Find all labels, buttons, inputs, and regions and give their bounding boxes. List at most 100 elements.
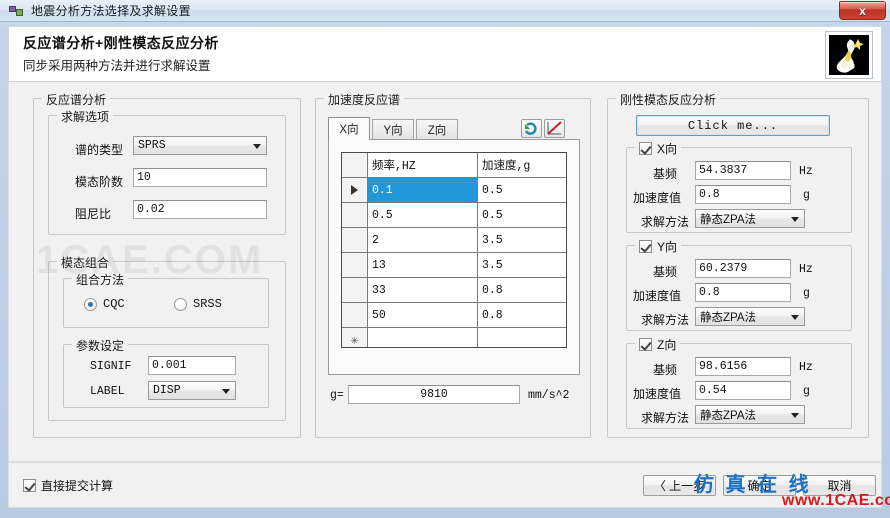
z-freq-input[interactable]: 98.6156 (695, 357, 791, 376)
grid-header-frequency: 频率,HZ (368, 153, 478, 177)
x-freq-input[interactable]: 54.3837 (695, 161, 791, 180)
grid-cell-frequency[interactable]: 13 (368, 253, 478, 277)
modes-label: 模态阶数 (75, 175, 124, 189)
grid-corner-cell (342, 153, 368, 177)
grid-cell-frequency[interactable]: 50 (368, 303, 478, 327)
group-solve-options-label: 求解选项 (57, 108, 114, 125)
checkbox-direction-x[interactable]: X向 (635, 140, 682, 157)
chevron-down-icon (791, 216, 799, 222)
gravity-unit: mm/s^2 (528, 389, 570, 402)
ok-button[interactable]: 确定 (723, 475, 796, 496)
grid-cell-acceleration[interactable]: 3.5 (478, 228, 566, 252)
group-rigid-mode-analysis-label: 刚性模态反应分析 (616, 91, 721, 108)
radio-cqc-dot (84, 297, 97, 311)
z-method-select[interactable]: 静态ZPA法 (695, 405, 805, 424)
click-me-button[interactable]: Click me... (636, 115, 830, 136)
window-title: 地震分析方法选择及求解设置 (31, 4, 191, 18)
grid-cell-acceleration[interactable]: 3.5 (478, 253, 566, 277)
radio-cqc[interactable]: CQC (84, 297, 125, 311)
table-row[interactable]: 2 3.5 (342, 228, 566, 253)
y-freq-input[interactable]: 60.2379 (695, 259, 791, 278)
gravity-input[interactable]: 9810 (348, 385, 520, 404)
table-row-new[interactable]: ✳ (342, 328, 566, 347)
y-acc-label: 加速度值 (633, 289, 682, 303)
z-acc-input[interactable]: 0.54 (695, 381, 791, 400)
radio-srss[interactable]: SRSS (174, 297, 222, 311)
group-mode-combination-label: 模态组合 (57, 254, 114, 271)
app-icon (9, 3, 25, 19)
grid-cell-frequency[interactable]: 2 (368, 228, 478, 252)
x-freq-label: 基频 (653, 167, 678, 181)
modes-input[interactable]: 10 (133, 168, 267, 187)
checkbox-direction-z-box (639, 338, 652, 351)
group-direction-x: X向 基频 54.3837 Hz 加速度值 0.8 g 求解方法 静态ZPA法 (626, 140, 852, 233)
row-marker (342, 228, 368, 252)
row-marker-new: ✳ (342, 328, 368, 347)
group-combination-method-label: 组合方法 (72, 271, 129, 288)
table-row[interactable]: 33 0.8 (342, 278, 566, 303)
previous-button[interactable]: 〈 上一步 (643, 475, 716, 496)
spectrum-type-select[interactable]: SPRS (133, 136, 267, 155)
grid-cell-acceleration[interactable]: 0.5 (478, 203, 566, 227)
checkbox-direction-y[interactable]: Y向 (635, 238, 682, 255)
group-acceleration-spectrum: 加速度反应谱 X向 Y向 Z向 频率,HZ 加速度,g 0.1 0.5 0.5 … (315, 91, 591, 438)
z-method-value: 静态ZPA法 (700, 409, 757, 422)
checkbox-direction-z[interactable]: Z向 (635, 336, 681, 353)
gravity-label: g= (330, 389, 344, 402)
x-method-label: 求解方法 (641, 215, 690, 229)
dialog-window: 地震分析方法选择及求解设置 x 反应谱分析+刚性模态反应分析 同步采用两种方法并… (0, 0, 890, 518)
chevron-down-icon (791, 412, 799, 418)
direction-tabstrip: X向 Y向 Z向 (328, 117, 580, 140)
radio-srss-dot (174, 297, 187, 311)
signif-input[interactable]: 0.001 (148, 356, 236, 375)
refresh-icon-glyph (524, 122, 537, 135)
y-freq-unit: Hz (799, 263, 813, 276)
close-button[interactable]: x (839, 1, 886, 20)
label-value: DISP (153, 384, 181, 397)
y-acc-input[interactable]: 0.8 (695, 283, 791, 302)
checkbox-submit-directly[interactable]: 直接提交计算 (23, 477, 113, 494)
grid-cell-acceleration[interactable]: 0.5 (478, 178, 566, 202)
spectrum-grid[interactable]: 频率,HZ 加速度,g 0.1 0.5 0.5 0.5 2 3.5 13 3.5… (341, 152, 567, 348)
y-freq-label: 基频 (653, 265, 678, 279)
brand-logo (825, 31, 873, 79)
header-band: 反应谱分析+刚性模态反应分析 同步采用两种方法并进行求解设置 (8, 26, 882, 82)
spectrum-type-label: 谱的类型 (75, 143, 124, 157)
grid-cell-acceleration[interactable] (478, 328, 566, 347)
radio-cqc-label: CQC (103, 297, 125, 311)
grid-cell-acceleration[interactable]: 0.8 (478, 278, 566, 302)
click-me-label: Click me... (687, 118, 779, 133)
grid-header-row: 频率,HZ 加速度,g (342, 153, 566, 178)
cancel-button[interactable]: 取消 (803, 475, 876, 496)
checkbox-submit-directly-label: 直接提交计算 (41, 479, 114, 493)
tab-x[interactable]: X向 (328, 117, 370, 140)
grid-cell-frequency[interactable]: 0.5 (368, 203, 478, 227)
grid-cell-frequency[interactable] (368, 328, 478, 347)
grid-cell-frequency[interactable]: 0.1 (368, 178, 478, 202)
table-row[interactable]: 50 0.8 (342, 303, 566, 328)
table-row[interactable]: 13 3.5 (342, 253, 566, 278)
brand-logo-icon (836, 39, 864, 73)
tab-x-label: X向 (339, 124, 359, 136)
refresh-icon[interactable] (521, 119, 542, 138)
x-method-select[interactable]: 静态ZPA法 (695, 209, 805, 228)
grid-header-acceleration: 加速度,g (482, 160, 531, 173)
chevron-down-icon (791, 314, 799, 320)
y-method-select[interactable]: 静态ZPA法 (695, 307, 805, 326)
table-row[interactable]: 0.5 0.5 (342, 203, 566, 228)
group-solve-options: 求解选项 谱的类型 SPRS 模态阶数 10 阻尼比 0.02 (48, 108, 286, 235)
grid-cell-acceleration[interactable]: 0.8 (478, 303, 566, 327)
grid-cell-frequency[interactable]: 33 (368, 278, 478, 302)
chart-line-icon[interactable] (544, 119, 565, 138)
group-direction-y: Y向 基频 60.2379 Hz 加速度值 0.8 g 求解方法 静态ZPA法 (626, 238, 852, 331)
group-mode-combination: 模态组合 组合方法 CQC SRSS 参数设定 SIGNIF 0.001 LAB… (48, 254, 286, 421)
table-row[interactable]: 0.1 0.5 (342, 178, 566, 203)
tab-z[interactable]: Z向 (416, 119, 458, 139)
x-acc-input[interactable]: 0.8 (695, 185, 791, 204)
row-marker (342, 303, 368, 327)
label-select[interactable]: DISP (148, 381, 236, 400)
damping-input[interactable]: 0.02 (133, 200, 267, 219)
tab-y[interactable]: Y向 (372, 119, 414, 139)
current-row-arrow-icon (351, 185, 358, 195)
row-marker-current (342, 178, 368, 202)
